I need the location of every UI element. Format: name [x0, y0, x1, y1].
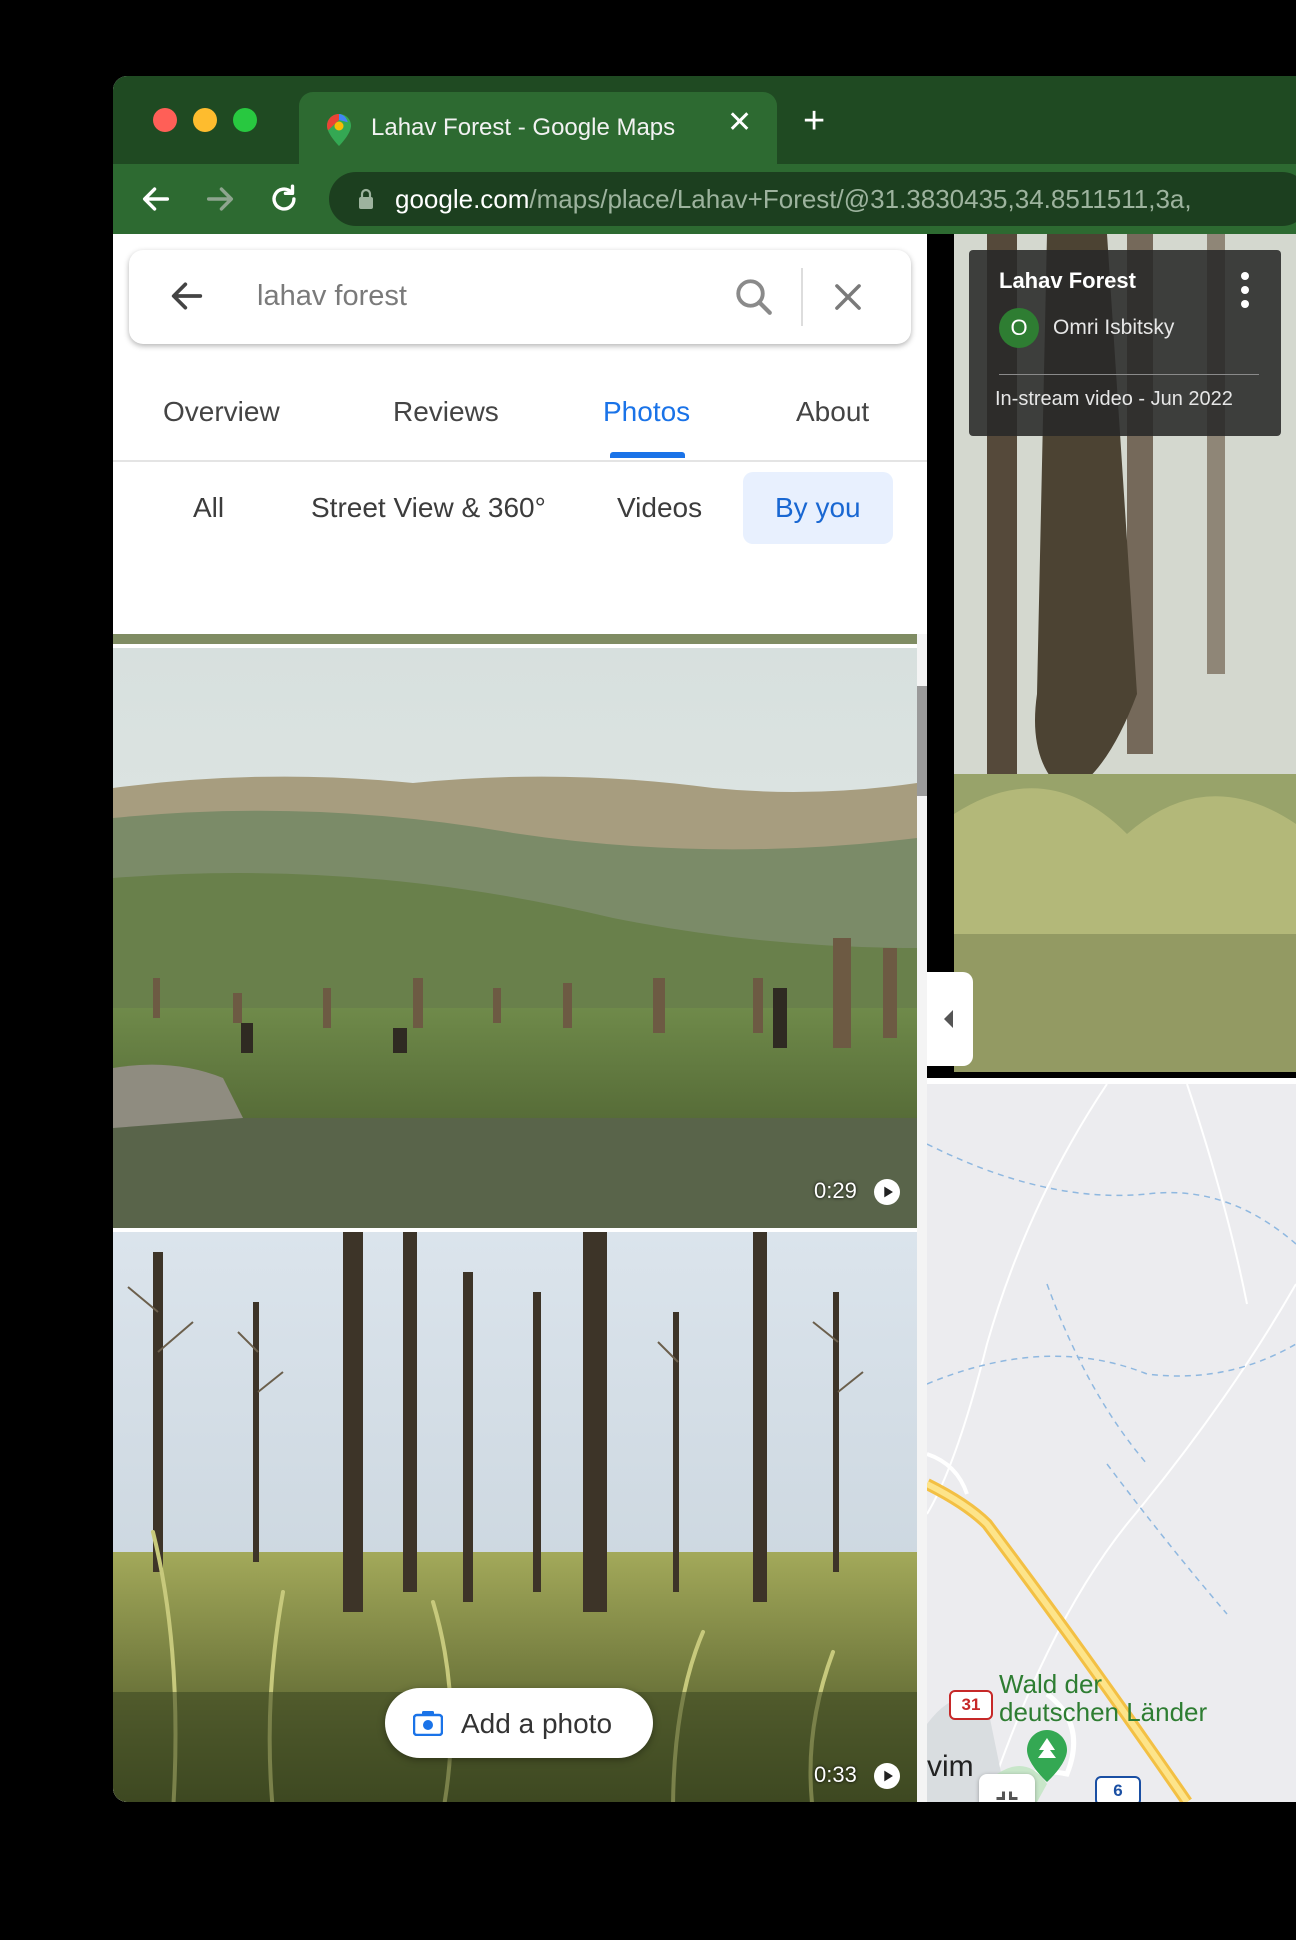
photos-scrollbar[interactable]: [917, 634, 927, 1802]
maximize-window-button[interactable]: [233, 108, 257, 132]
tab-about[interactable]: About: [796, 396, 869, 428]
scrollbar-thumb[interactable]: [917, 686, 927, 796]
search-box[interactable]: lahav forest: [129, 250, 911, 344]
address-bar[interactable]: google.com/maps/place/Lahav+Forest/@31.3…: [329, 172, 1296, 226]
photos-grid: 0:29 0:33: [113, 634, 917, 1802]
map-town-label[interactable]: vim: [927, 1750, 974, 1784]
chip-all[interactable]: All: [193, 472, 224, 544]
chevron-left-icon: [944, 1010, 953, 1028]
tab-reviews[interactable]: Reviews: [393, 396, 499, 428]
url-text: google.com/maps/place/Lahav+Forest/@31.3…: [395, 184, 1192, 215]
video-thumbnail[interactable]: [113, 648, 917, 1228]
new-tab-icon[interactable]: +: [803, 102, 825, 140]
map-poi-label[interactable]: Wald der deutschen Länder: [999, 1670, 1207, 1726]
map-poi-label-line2: deutschen Länder: [999, 1697, 1208, 1727]
route-31-shield: 31: [949, 1690, 993, 1720]
browser-toolbar: google.com/maps/place/Lahav+Forest/@31.3…: [113, 164, 1296, 234]
browser-tab-active[interactable]: Lahav Forest - Google Maps ✕: [299, 92, 777, 164]
author-name[interactable]: Omri Isbitsky: [1053, 316, 1174, 340]
avatar[interactable]: O: [999, 308, 1039, 348]
exit-fullscreen-button[interactable]: [979, 1774, 1035, 1802]
forward-arrow-icon[interactable]: [203, 182, 237, 216]
search-icon[interactable]: [733, 276, 775, 318]
park-marker-icon[interactable]: [1027, 1730, 1067, 1782]
browser-window: Lahav Forest - Google Maps ✕ + google.co…: [113, 76, 1296, 1802]
google-maps-favicon-icon: [327, 114, 351, 146]
collapse-panel-button[interactable]: [927, 972, 973, 1066]
close-icon[interactable]: [829, 278, 867, 316]
close-window-button[interactable]: [153, 108, 177, 132]
chip-videos[interactable]: Videos: [617, 472, 702, 544]
url-host: google.com: [395, 184, 530, 214]
tab-photos[interactable]: Photos: [603, 396, 690, 428]
add-photo-label: Add a photo: [461, 1708, 613, 1739]
map-area[interactable]: Wald der deutschen Länder vim 31 6: [927, 1084, 1296, 1802]
video-duration: 0:33: [814, 1762, 857, 1787]
viewer-place-title[interactable]: Lahav Forest: [999, 268, 1136, 294]
media-info-card: Lahav Forest O Omri Isbitsky In-stream v…: [969, 250, 1281, 436]
play-icon: [874, 1179, 900, 1205]
video-duration: 0:29: [814, 1178, 857, 1203]
reload-icon[interactable]: [267, 182, 301, 216]
tab-close-icon[interactable]: ✕: [727, 108, 752, 138]
minimize-window-button[interactable]: [193, 108, 217, 132]
add-photo-button[interactable]: Add a photo: [385, 1688, 653, 1758]
place-tabs: Overview Reviews Photos About: [113, 384, 927, 462]
photo-thumbnail[interactable]: [113, 634, 917, 644]
url-path: /maps/place/Lahav+Forest/@31.3830435,34.…: [529, 184, 1192, 214]
search-divider: [801, 268, 803, 326]
media-meta: In-stream video - Jun 2022: [995, 388, 1233, 410]
active-tab-indicator: [610, 452, 685, 458]
back-arrow-icon[interactable]: [167, 276, 207, 316]
camera-icon: [413, 1711, 443, 1736]
tab-title: Lahav Forest - Google Maps: [371, 114, 676, 141]
chip-street-view[interactable]: Street View & 360°: [311, 472, 546, 544]
route-6-shield: 6: [1095, 1776, 1141, 1802]
lock-icon: [359, 188, 373, 209]
chip-by-you[interactable]: By you: [743, 472, 893, 544]
fullscreen-exit-icon: [996, 1791, 1018, 1801]
tab-overview[interactable]: Overview: [163, 396, 280, 428]
back-arrow-icon[interactable]: [139, 182, 173, 216]
map-poi-label-line1: Wald der: [999, 1669, 1103, 1699]
more-vert-icon[interactable]: [1241, 272, 1249, 308]
play-icon: [874, 1763, 900, 1789]
divider: [999, 374, 1259, 375]
photo-filter-chips: All Street View & 360° Videos By you: [113, 472, 927, 552]
search-input[interactable]: lahav forest: [257, 280, 407, 313]
